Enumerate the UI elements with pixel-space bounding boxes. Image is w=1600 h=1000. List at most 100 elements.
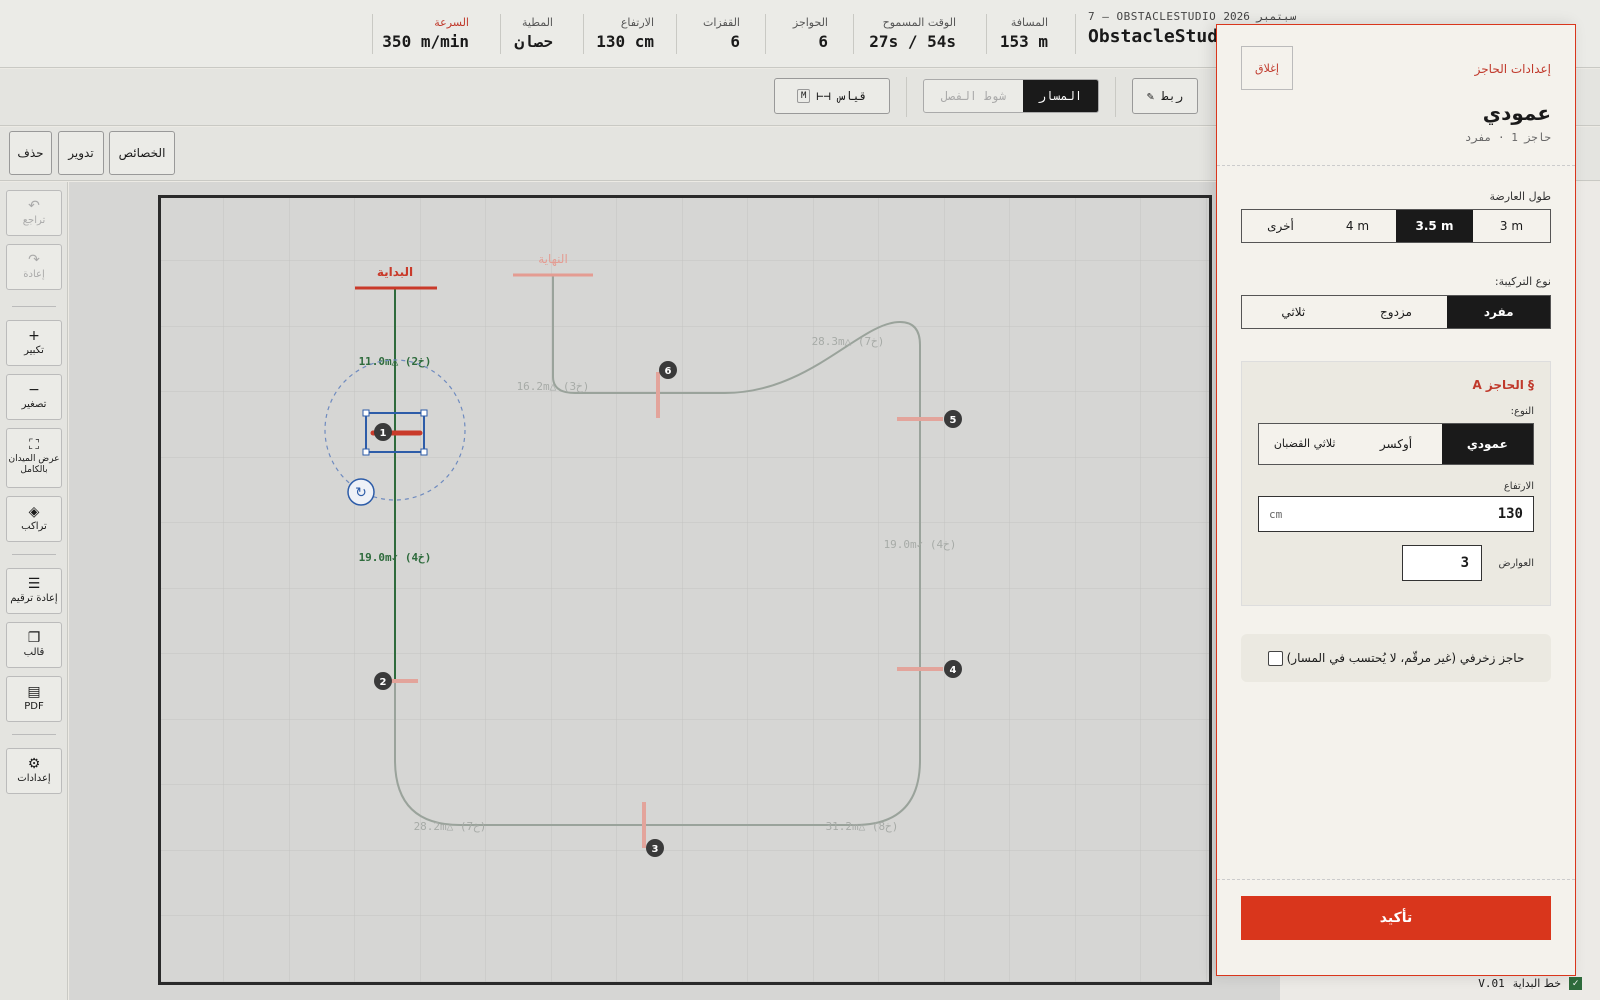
stat-distance: المسافة 153 m — [1000, 16, 1048, 51]
bar-length-selector: أخرى 4 m 3.5 m 3 m — [1241, 209, 1551, 243]
segment-label: 28.3m△ (7خ) — [812, 335, 885, 348]
resize-handle[interactable] — [362, 409, 370, 417]
divider — [12, 734, 56, 735]
divider — [853, 14, 854, 54]
pdf-button[interactable]: ▤ PDF — [6, 676, 62, 722]
segment-label: 16.2m△ (3خ) — [517, 380, 590, 393]
divider — [676, 14, 677, 54]
config-double[interactable]: مزدوج — [1345, 296, 1448, 328]
fit-arena-label: عرض الميدان بالكامل — [8, 454, 60, 475]
obstacle-type-selector: ثلاثي القضبان أوكسر عمودي — [1258, 423, 1534, 465]
type-vertical[interactable]: عمودي — [1441, 424, 1533, 464]
obstacle-number: 1 — [380, 428, 387, 439]
segment-label: 31.2m△ (8خ) — [826, 820, 899, 833]
rotate-button[interactable]: تدوير — [58, 131, 104, 175]
height-unit: cm — [1269, 507, 1283, 521]
properties-button[interactable]: الخصائص — [109, 131, 175, 175]
template-button[interactable]: ❐ قالب — [6, 622, 62, 668]
stat-obstacles: الحواجز 6 — [793, 16, 828, 51]
divider — [765, 14, 766, 54]
bar-length-3-5m[interactable]: 3.5 m — [1396, 210, 1473, 242]
stat-label: القفزات — [702, 16, 740, 29]
config-triple[interactable]: ثلاثي — [1242, 296, 1345, 328]
zoom-in-button[interactable]: + تكبير — [6, 320, 62, 366]
divider — [500, 14, 501, 54]
copy-icon: ❐ — [27, 629, 41, 646]
link-button[interactable]: ✎ ربط — [1132, 78, 1198, 114]
resize-handle[interactable] — [362, 448, 370, 456]
stat-label: السرعة — [434, 16, 469, 29]
resize-handle[interactable] — [420, 409, 428, 417]
bar-length-4m[interactable]: 4 m — [1319, 210, 1396, 242]
stat-value: 130 cm — [596, 32, 654, 51]
obstacle-number: 4 — [950, 665, 957, 676]
close-button[interactable]: إغلاق — [1241, 46, 1293, 90]
height-value: 130 — [1497, 506, 1523, 522]
type-label: النوع: — [1510, 406, 1534, 417]
layers-icon: ◈ — [28, 503, 40, 520]
template-label: قالب — [23, 646, 45, 658]
element-a-title: § الحاجز A — [1472, 378, 1534, 392]
type-triple-bar[interactable]: ثلاثي القضبان — [1259, 424, 1350, 464]
type-oxer[interactable]: أوكسر — [1350, 424, 1441, 464]
divider — [1075, 14, 1076, 54]
stat-height: الارتفاع 130 cm — [596, 16, 654, 51]
renumber-button[interactable]: ☰ إعادة ترقيم — [6, 568, 62, 614]
stat-label: الحواجز — [792, 16, 828, 29]
fit-screen-icon: ⛶ — [29, 437, 39, 453]
mode-jumpoff[interactable]: شوط الفصل — [924, 80, 1023, 112]
stat-value: 27s / 54s — [869, 32, 956, 51]
gear-icon: ⚙ — [27, 755, 41, 772]
stat-speed: السرعة 350 m/min — [382, 16, 469, 51]
height-label: الارتفاع — [1503, 481, 1534, 492]
config-type-label: نوع التركيبة: — [1494, 275, 1551, 288]
stat-value: حصان — [514, 32, 553, 51]
redo-icon: ↷ — [28, 251, 40, 268]
decorative-toggle[interactable]: حاجز زخرفي (غير مرقّم، لا يُحتسب في المس… — [1241, 634, 1551, 682]
obstacle-number: 3 — [652, 844, 659, 855]
obstacle-number: 2 — [380, 677, 387, 688]
bar-length-other[interactable]: أخرى — [1242, 210, 1319, 242]
stat-label: الوقت المسموح — [882, 16, 956, 29]
list-numbered-icon: ☰ — [27, 575, 41, 592]
undo-label: تراجع — [22, 214, 46, 226]
checked-icon[interactable]: ✓ — [1569, 977, 1582, 990]
decorative-label: حاجز زخرفي (غير مرقّم، لا يُحتسب في المس… — [1286, 651, 1525, 665]
start-line-row-label: خط البداية — [1512, 977, 1561, 990]
settings-button[interactable]: ⚙ إعدادات — [6, 748, 62, 794]
layers-button[interactable]: ◈ تراكب — [6, 496, 62, 542]
minus-icon: − — [28, 381, 40, 398]
bar-length-3m[interactable]: 3 m — [1473, 210, 1550, 242]
zoom-out-button[interactable]: − تصغير — [6, 374, 62, 420]
height-input[interactable]: 130 cm — [1258, 496, 1534, 532]
mode-course[interactable]: المسار — [1022, 80, 1098, 112]
zoom-in-label: تكبير — [24, 344, 44, 356]
stat-label: المطية — [521, 16, 553, 29]
rails-input[interactable]: 3 — [1402, 545, 1482, 581]
redo-button[interactable]: ↷ إعادة — [6, 244, 62, 290]
measure-label: ⊢⊣ قياس — [816, 89, 867, 103]
undo-button[interactable]: ↶ تراجع — [6, 190, 62, 236]
obstacle-number: 6 — [665, 366, 672, 377]
arena-svg[interactable]: البداية النهاية 11.0m△ (2خ) 19.0m✓ (4خ) … — [158, 195, 1212, 985]
divider — [986, 14, 987, 54]
config-single[interactable]: مفرد — [1447, 296, 1551, 328]
resize-handle[interactable] — [420, 448, 428, 456]
modal-subtitle: حاجز 1 · مفرد — [1464, 131, 1551, 144]
stat-value: 6 — [730, 32, 740, 51]
delete-button[interactable]: حذف — [9, 131, 52, 175]
fit-arena-button[interactable]: ⛶ عرض الميدان بالكامل — [6, 428, 62, 488]
modal-heading: إعدادات الحاجز — [1474, 62, 1551, 76]
measure-button[interactable]: M ⊢⊣ قياس — [774, 78, 890, 114]
rails-label: العوارض — [1498, 558, 1534, 569]
pdf-label: PDF — [24, 700, 44, 712]
link-label: ✎ ربط — [1146, 89, 1184, 103]
undo-icon: ↶ — [28, 197, 40, 214]
start-line-row[interactable]: V.01 خط البداية ✓ — [1478, 977, 1582, 990]
decorative-checkbox[interactable] — [1267, 650, 1283, 666]
confirm-button[interactable]: تأكيد — [1241, 896, 1551, 940]
finish-label: النهاية — [538, 252, 568, 266]
shortcut-key: M — [796, 89, 811, 103]
arena[interactable]: البداية النهاية 11.0m△ (2خ) 19.0m✓ (4خ) … — [158, 195, 1212, 989]
stat-value: 153 m — [999, 32, 1048, 51]
